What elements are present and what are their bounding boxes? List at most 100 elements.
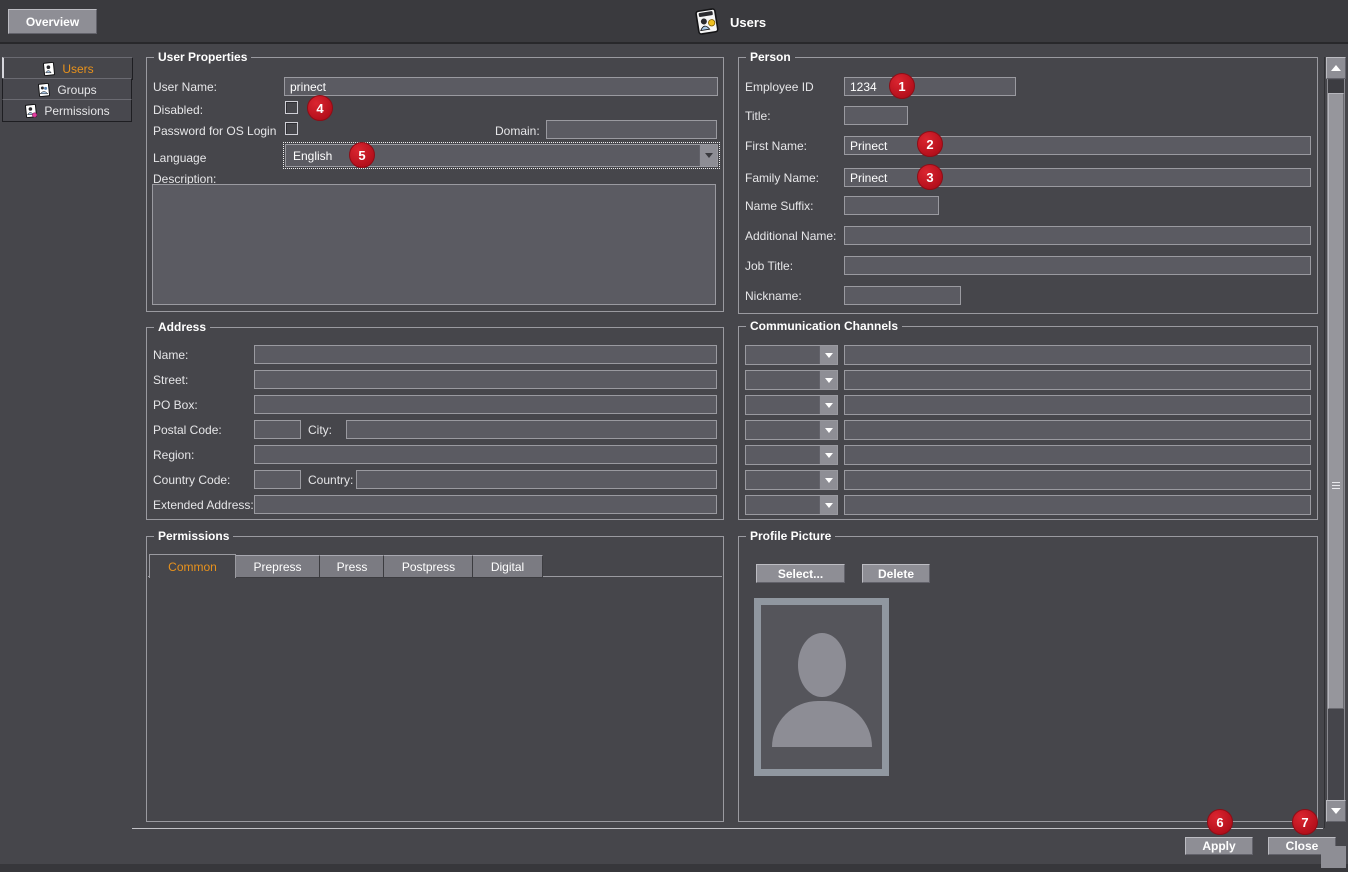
group-card-icon [37, 83, 51, 97]
page-header: Users [694, 8, 766, 36]
employee-id-input[interactable] [844, 77, 1016, 96]
profile-picture-group: Profile Picture Select... Delete [738, 536, 1318, 822]
extended-address-input[interactable] [254, 495, 717, 514]
avatar-shoulders [772, 701, 872, 747]
sidebar-item-groups[interactable]: Groups [2, 78, 132, 101]
disabled-checkbox[interactable] [285, 101, 298, 114]
name-suffix-input[interactable] [844, 196, 939, 215]
first-name-input[interactable] [844, 136, 1311, 155]
annotation-badge-3: 3 [917, 164, 943, 190]
user-card-icon [42, 62, 56, 76]
channel-value-input[interactable] [844, 370, 1311, 390]
sidebar-item-users[interactable]: Users [2, 57, 133, 80]
nickname-label: Nickname: [745, 289, 802, 303]
sidebar-item-label: Permissions [44, 104, 109, 118]
domain-input[interactable] [546, 120, 717, 139]
footer-divider [132, 828, 1323, 829]
country-code-input[interactable] [254, 470, 301, 489]
apply-button[interactable]: Apply [1185, 837, 1253, 855]
additional-name-input[interactable] [844, 226, 1311, 245]
country-code-label: Country Code: [153, 473, 230, 487]
job-title-input[interactable] [844, 256, 1311, 275]
channel-value-input[interactable] [844, 495, 1311, 515]
annotation-badge-7: 7 [1292, 809, 1318, 835]
channel-value-input[interactable] [844, 345, 1311, 365]
tab-press[interactable]: Press [319, 555, 385, 578]
page-title: Users [730, 15, 766, 30]
domain-label: Domain: [495, 124, 540, 138]
street-input[interactable] [254, 370, 717, 389]
tab-common[interactable]: Common [149, 554, 236, 578]
bottom-strip [0, 864, 1348, 872]
channel-type-select[interactable] [745, 495, 838, 515]
sidebar-item-label: Groups [57, 83, 96, 97]
group-title: Address [154, 320, 210, 334]
overview-button[interactable]: Overview [8, 9, 97, 34]
group-title: Person [746, 50, 795, 64]
scroll-up-button[interactable] [1326, 57, 1346, 79]
scrollbar-grip-icon [1332, 482, 1340, 491]
addr-name-input[interactable] [254, 345, 717, 364]
scroll-down-button[interactable] [1326, 800, 1346, 822]
channel-value-input[interactable] [844, 395, 1311, 415]
title-input[interactable] [844, 106, 908, 125]
select-picture-button[interactable]: Select... [756, 564, 845, 583]
os-login-checkbox[interactable] [285, 122, 298, 135]
delete-picture-button[interactable]: Delete [862, 564, 930, 583]
channel-type-select[interactable] [745, 395, 838, 415]
city-input[interactable] [346, 420, 717, 439]
chevron-down-icon [819, 371, 837, 389]
permissions-group: Permissions Common Prepress Press Postpr… [146, 536, 724, 822]
chevron-down-icon [819, 496, 837, 514]
addr-name-label: Name: [153, 348, 188, 362]
topbar: Overview Users [0, 0, 1348, 44]
first-name-label: First Name: [745, 139, 807, 153]
os-login-label: Password for OS Login [153, 124, 276, 138]
channel-value-input[interactable] [844, 420, 1311, 440]
group-title: Communication Channels [746, 319, 902, 333]
description-textarea[interactable] [152, 184, 716, 305]
annotation-badge-1: 1 [889, 73, 915, 99]
postal-code-input[interactable] [254, 420, 301, 439]
channel-type-select[interactable] [745, 445, 838, 465]
tab-prepress[interactable]: Prepress [234, 555, 321, 578]
chevron-down-icon [819, 346, 837, 364]
resize-corner [1321, 846, 1346, 868]
city-label: City: [308, 423, 332, 437]
communication-channels-group: Communication Channels [738, 326, 1318, 520]
sidebar-item-permissions[interactable]: Permissions [2, 99, 132, 122]
family-name-label: Family Name: [745, 171, 819, 185]
region-input[interactable] [254, 445, 717, 464]
po-box-label: PO Box: [153, 398, 198, 412]
profile-picture-placeholder [754, 598, 889, 776]
tab-postpress[interactable]: Postpress [383, 555, 474, 578]
nickname-input[interactable] [844, 286, 961, 305]
channel-type-select[interactable] [745, 345, 838, 365]
person-group: Person Employee ID Title: First Name: Fa… [738, 57, 1318, 314]
name-suffix-label: Name Suffix: [745, 199, 813, 213]
group-title: User Properties [154, 50, 251, 64]
channel-type-select[interactable] [745, 420, 838, 440]
address-group: Address Name: Street: PO Box: Postal Cod… [146, 327, 724, 520]
region-label: Region: [153, 448, 194, 462]
scrollbar-thumb[interactable] [1328, 93, 1344, 709]
chevron-down-icon [819, 471, 837, 489]
postal-code-label: Postal Code: [153, 423, 222, 437]
country-input[interactable] [356, 470, 717, 489]
user-properties-group: User Properties User Name: Disabled: Pas… [146, 57, 724, 312]
group-title: Profile Picture [746, 529, 835, 543]
channel-value-input[interactable] [844, 470, 1311, 490]
chevron-down-icon [819, 421, 837, 439]
permissions-tabbar: Common Prepress Press Postpress Digital [148, 554, 722, 577]
tab-digital[interactable]: Digital [472, 555, 543, 578]
user-name-input[interactable] [284, 77, 718, 96]
app-window: Overview Users Users [0, 0, 1348, 872]
channel-value-input[interactable] [844, 445, 1311, 465]
sidebar-item-label: Users [62, 62, 93, 76]
disabled-label: Disabled: [153, 103, 203, 117]
family-name-input[interactable] [844, 168, 1311, 187]
chevron-down-icon [699, 145, 717, 166]
channel-type-select[interactable] [745, 370, 838, 390]
channel-type-select[interactable] [745, 470, 838, 490]
po-box-input[interactable] [254, 395, 717, 414]
